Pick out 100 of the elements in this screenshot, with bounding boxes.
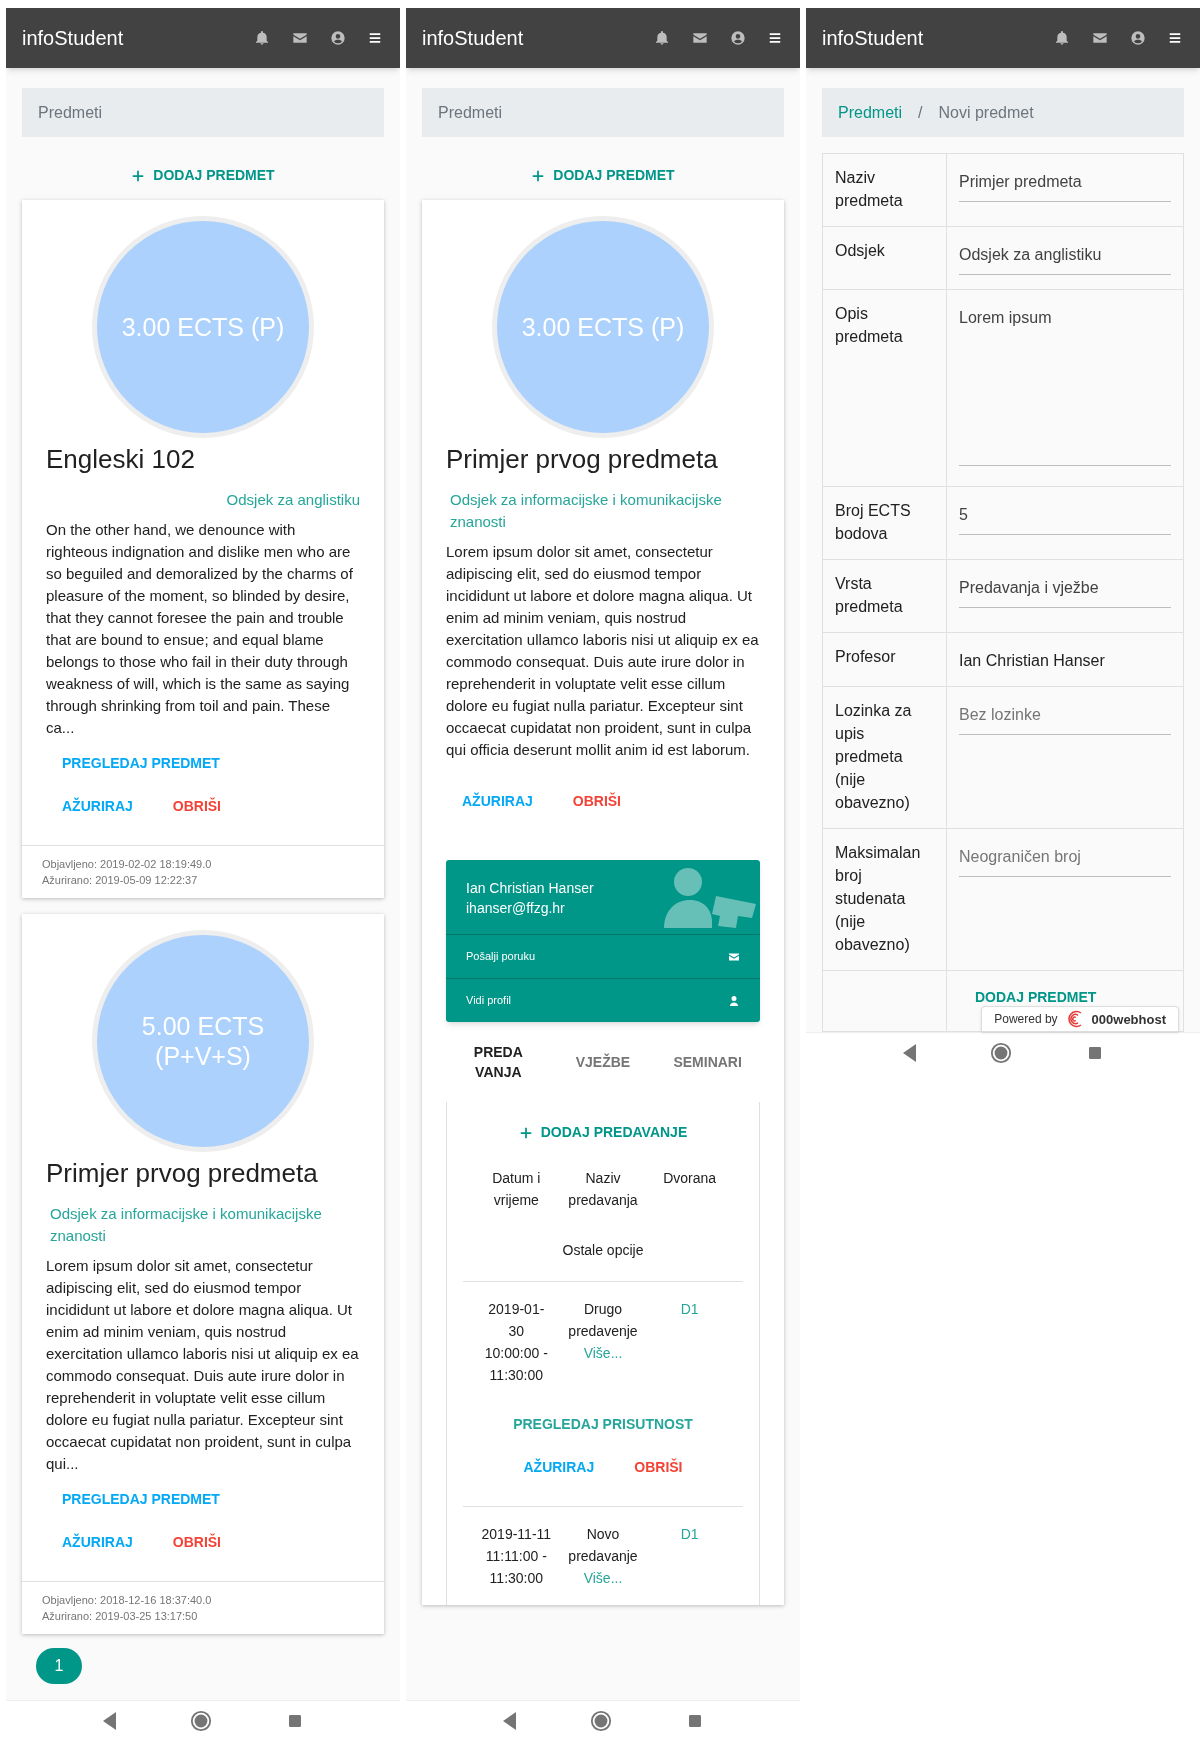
update-button[interactable]: AŽURIRAJ	[62, 792, 133, 821]
lecture-room: D1	[679, 1525, 700, 1544]
updated-date: Ažurirano: 2019-03-25 13:17:50	[42, 1609, 199, 1624]
square-icon	[686, 1712, 703, 1729]
account-button[interactable]	[1128, 28, 1148, 48]
back-triangle-icon	[503, 1711, 517, 1730]
delete-button[interactable]: OBRIŠI	[634, 1453, 683, 1482]
notification-bell-icon	[1054, 30, 1070, 46]
course-description: Lorem ipsum dolor sit amet, consectetur adipiscing elit, sed do eiusmod tempor incididunt ut labore et dolore magna aliqua. Ut enim ad minim veniam, quis nostrud exercitation ullamco laboris nisi ut aliquip ex ea commodo consequat. Duis aute irure dolor in reprehenderit in voluptate velit esse cillum dolore eu fugiat nulla pariatur. Excepteur sint occaecat cupidatat non proident, sunt in culpa qui officia deserunt mollit anim id est laborum.	[446, 542, 760, 760]
description-textarea[interactable]: Lorem ipsum	[959, 306, 1171, 466]
professor-name: Ian Christian Hanser	[466, 879, 595, 898]
column-header: Dvorana	[662, 1169, 718, 1188]
back-triangle-icon	[903, 1043, 917, 1062]
tab[interactable]: VJEŽBE	[550, 1036, 656, 1088]
breadcrumb-item: Novi predmet	[938, 102, 1034, 123]
field-label: Opis predmeta	[823, 290, 947, 487]
back-button[interactable]	[503, 1711, 517, 1730]
column-header: Ostale opcije	[561, 1241, 645, 1260]
published-date: Objavljeno: 2018-12-16 18:37:40.0	[42, 1593, 213, 1608]
plus-icon	[131, 168, 146, 183]
breadcrumb-link[interactable]: Predmeti	[838, 100, 903, 125]
add-lecture-button[interactable]: DODAJ PREDAVANJE	[510, 1116, 696, 1149]
add-course-button[interactable]: DODAJ PREDMET	[123, 159, 283, 192]
field-label: Maksimalan broj studenata (nije obavezno)	[823, 829, 947, 971]
text-input[interactable]: Predavanja i vježbe	[959, 576, 1171, 608]
send-message-button[interactable]: Pošalji poruku	[446, 934, 760, 978]
envelope-icon	[1092, 30, 1108, 46]
menu-icon	[368, 31, 382, 45]
text-input[interactable]: 5	[959, 503, 1171, 535]
account-button[interactable]	[728, 28, 748, 48]
professor-email: ihanser@ffzg.hr	[466, 899, 566, 918]
lecture-room: D1	[679, 1300, 700, 1319]
menu-icon	[768, 31, 782, 45]
back-button[interactable]	[103, 1711, 117, 1730]
home-button[interactable]	[590, 1709, 613, 1732]
page-button[interactable]: 1	[36, 1648, 82, 1684]
text-input[interactable]: Primjer predmeta	[959, 170, 1171, 202]
recents-button[interactable]	[286, 1712, 303, 1729]
app-title: infoStudent	[822, 26, 924, 51]
account-icon	[330, 30, 346, 46]
field-value: Ian Christian Hanser	[959, 651, 1106, 671]
home-button[interactable]	[190, 1709, 213, 1732]
add-course-button[interactable]: DODAJ PREDMET	[975, 989, 1097, 1005]
view-course-button[interactable]: PREGLEDAJ PREDMET	[62, 749, 220, 778]
lecture-name: Novo predavanje	[567, 1525, 639, 1566]
field-label: Profesor	[823, 633, 947, 687]
view-attendance-button[interactable]: PREGLEDAJ PRISUTNOST	[513, 1410, 693, 1439]
column-header: Naziv predavanja	[567, 1169, 639, 1210]
recents-button[interactable]	[686, 1712, 703, 1729]
column-header: Datum i vrijeme	[491, 1169, 542, 1210]
home-circle-icon	[590, 1709, 613, 1732]
menu-icon	[1168, 31, 1182, 45]
breadcrumb-separator: /	[918, 102, 923, 123]
text-input[interactable]: Bez lozinke	[959, 703, 1171, 735]
course-title: Primjer prvog predmeta	[46, 1157, 319, 1190]
add-course-button[interactable]: DODAJ PREDMET	[523, 159, 683, 192]
more-link[interactable]: Više...	[583, 1342, 623, 1364]
breadcrumb-item: Predmeti	[438, 102, 503, 123]
envelope-icon	[292, 30, 308, 46]
update-button[interactable]: AŽURIRAJ	[523, 1453, 595, 1482]
delete-button[interactable]: OBRIŠI	[172, 792, 221, 821]
breadcrumb-item: Predmeti	[38, 102, 103, 123]
update-button[interactable]: AŽURIRAJ	[62, 1528, 133, 1557]
text-input[interactable]: Neograničen broj	[959, 845, 1171, 877]
notification-bell-icon	[654, 30, 670, 46]
home-button[interactable]	[990, 1041, 1013, 1064]
lecture-datetime: 2019-11-11 11:11:00 - 11:30:00	[480, 1525, 553, 1588]
course-description: On the other hand, we denounce with righteous indignation and dislike men who are so beguiled and demoralized by the charms of pleasure of the moment, so blinded by desire, that they cannot foresee the pain and trouble that are bound to ensue; and equal blame belongs to those who fail in their duty through weakness of will, which is the same as saying through shrinking from toil and pain. These ca...	[46, 520, 354, 738]
back-triangle-icon	[103, 1711, 117, 1730]
update-button[interactable]: AŽURIRAJ	[462, 787, 533, 816]
app-title: infoStudent	[422, 26, 524, 51]
envelope-icon	[692, 30, 708, 46]
app-title: infoStudent	[22, 26, 124, 51]
delete-button[interactable]: OBRIŠI	[172, 1528, 221, 1557]
published-date: Objavljeno: 2019-02-02 18:19:49.0	[42, 857, 213, 872]
tab[interactable]: SEMINARI	[655, 1036, 760, 1088]
home-circle-icon	[990, 1041, 1013, 1064]
course-description: Lorem ipsum dolor sit amet, consectetur adipiscing elit, sed do eiusmod tempor incididunt ut labore et dolore magna aliqua. Ut enim ad minim veniam, quis nostrud exercitation ullamco laboris nisi ut aliquip ex ea commodo consequat. Duis aute irure dolor in reprehenderit in voluptate velit esse cillum dolore eu fugiat nulla pariatur. Excepteur sint occaecat cupidatat non proident, sunt in culpa qui...	[46, 1256, 360, 1474]
user-icon	[728, 994, 740, 1007]
updated-date: Ažurirano: 2019-05-09 12:22:37	[42, 873, 199, 888]
field-label: Naziv predmeta	[823, 154, 947, 227]
view-course-button[interactable]: PREGLEDAJ PREDMET	[62, 1485, 220, 1514]
tab[interactable]: PREDAVANJA	[446, 1036, 551, 1088]
more-link[interactable]: Više...	[583, 1567, 623, 1589]
square-icon	[1086, 1044, 1103, 1061]
view-profile-button[interactable]: Vidi profil	[446, 978, 760, 1022]
square-icon	[286, 1712, 303, 1729]
field-label: Lozinka za upis predmeta (nije obavezno)	[823, 687, 947, 829]
recents-button[interactable]	[1086, 1044, 1103, 1061]
plus-icon	[531, 168, 546, 183]
account-button[interactable]	[328, 28, 348, 48]
course-title: Engleski 102	[46, 443, 196, 476]
account-icon	[730, 30, 746, 46]
brand-name: 000webhost	[1091, 1010, 1166, 1029]
delete-button[interactable]: OBRIŠI	[572, 787, 621, 816]
back-button[interactable]	[903, 1043, 917, 1062]
text-input[interactable]: Odsjek za anglistiku	[959, 243, 1171, 275]
badge-text: Powered by	[994, 1010, 1058, 1028]
field-label: Vrsta predmeta	[823, 560, 947, 633]
plus-icon	[518, 1125, 533, 1140]
